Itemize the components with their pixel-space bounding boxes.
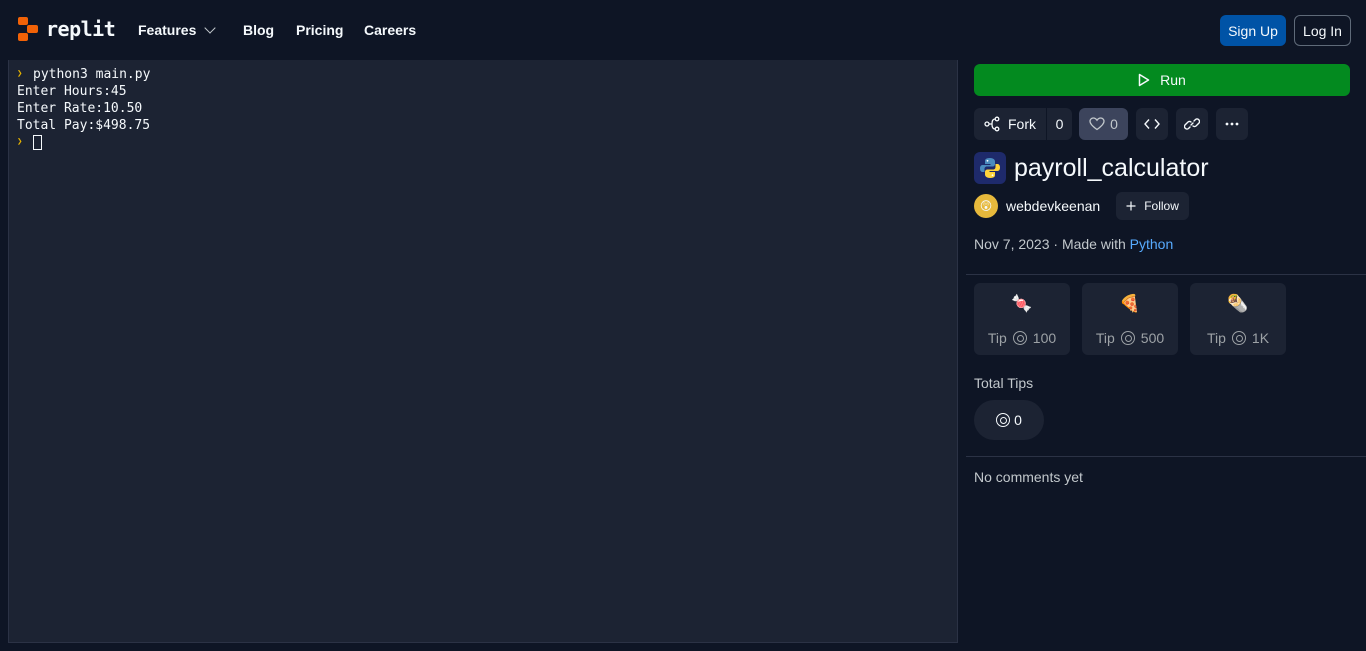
more-options-button[interactable] [1216,108,1248,140]
repl-info-panel: Run Fork 0 0 payroll_calculator 😲 webdev… [966,60,1366,651]
play-icon [1138,73,1150,87]
console-line: Enter Rate:10.50 [17,100,949,117]
fork-button[interactable]: Fork [974,108,1046,140]
fork-group: Fork 0 [974,108,1072,140]
console-line: Enter Hours:45 [17,83,949,100]
author-name[interactable]: webdevkeenan [1006,198,1100,214]
nav-pricing[interactable]: Pricing [296,22,343,38]
heart-icon [1089,117,1105,131]
nav-blog[interactable]: Blog [243,22,274,38]
console-line-text: python3 main.py [33,67,151,82]
tip-card[interactable]: 🌯 Tip 1K [1190,283,1286,355]
cycles-icon [1012,331,1027,345]
avatar[interactable]: 😲 [974,194,998,218]
repl-title-row: payroll_calculator [974,152,1209,184]
replit-logo-icon [18,17,38,41]
fork-icon [984,116,1000,132]
logo-text: replit [46,17,116,41]
like-button[interactable]: 0 [1079,108,1128,140]
candy-icon: 🍬 [1011,294,1033,313]
console-line: Total Pay:$498.75 [17,117,949,134]
follow-button[interactable]: Follow [1116,192,1189,220]
code-icon [1144,119,1160,129]
log-in-button[interactable]: Log In [1294,15,1351,46]
tip-amount: 1K [1251,330,1270,346]
language-link[interactable]: Python [1130,236,1174,252]
nav-features[interactable]: Features [138,21,217,38]
replit-logo[interactable]: replit [18,17,116,41]
like-count: 0 [1110,116,1118,132]
fork-label: Fork [1008,116,1036,132]
created-date: Nov 7, 2023 [974,236,1050,252]
embed-button[interactable] [1136,108,1168,140]
comments-empty-state: No comments yet [974,469,1083,485]
total-tips-badge[interactable]: 0 [974,400,1044,440]
divider [966,274,1366,275]
link-icon [1184,118,1200,130]
plus-icon [1126,201,1136,211]
total-tips-label: Total Tips [974,375,1034,391]
total-tips-value: 0 [1014,412,1022,428]
prompt-icon: ❯ [17,69,23,79]
console-line-text: Total Pay:$498.75 [17,118,151,133]
divider [966,456,1366,457]
tip-text: Tip [1095,330,1115,346]
burrito-icon: 🌯 [1227,294,1249,313]
tip-label: Tip 100 [988,330,1056,346]
nav-careers[interactable]: Careers [364,22,416,38]
tip-options: 🍬 Tip 100 🍕 Tip 500 🌯 Tip 1K [974,283,1286,355]
run-button[interactable]: Run [974,64,1350,96]
tip-card[interactable]: 🍕 Tip 500 [1082,283,1178,355]
tip-card[interactable]: 🍬 Tip 100 [974,283,1070,355]
tip-amount: 500 [1140,330,1165,346]
author-row: 😲 webdevkeenan Follow [974,192,1189,220]
tip-text: Tip [1206,330,1226,346]
cycles-icon [1231,331,1246,345]
sign-up-button[interactable]: Sign Up [1220,15,1286,46]
console-line-text: Enter Hours:45 [17,84,127,99]
follow-label: Follow [1144,199,1179,213]
action-row: Fork 0 0 [974,108,1358,140]
tip-text: Tip [987,330,1007,346]
tip-label: Tip 1K [1207,330,1269,346]
console-line-text: Enter Rate:10.50 [17,101,143,116]
made-with-text: · Made with [1053,236,1126,252]
tip-amount: 100 [1032,330,1057,346]
repl-meta: Nov 7, 2023 · Made with Python [974,236,1173,252]
console-line: ❯ python3 main.py [17,66,949,83]
console-input-line[interactable]: ❯ [17,134,949,151]
repl-title: payroll_calculator [1014,153,1209,182]
console-output[interactable]: ❯ python3 main.py Enter Hours:45 Enter R… [8,60,958,643]
cycles-icon [996,413,1011,427]
top-nav: replit Features Blog Pricing Careers Sig… [0,0,1366,60]
run-label: Run [1160,72,1186,88]
text-cursor [33,135,42,150]
fork-count[interactable]: 0 [1046,108,1072,140]
prompt-icon: ❯ [17,137,23,147]
nav-features-label: Features [138,22,197,38]
python-logo-icon [974,152,1006,184]
tip-label: Tip 500 [1096,330,1164,346]
chevron-down-icon [204,21,217,34]
pizza-icon: 🍕 [1119,294,1141,313]
copy-link-button[interactable] [1176,108,1208,140]
cycles-icon [1120,331,1135,345]
ellipsis-icon [1225,122,1239,126]
